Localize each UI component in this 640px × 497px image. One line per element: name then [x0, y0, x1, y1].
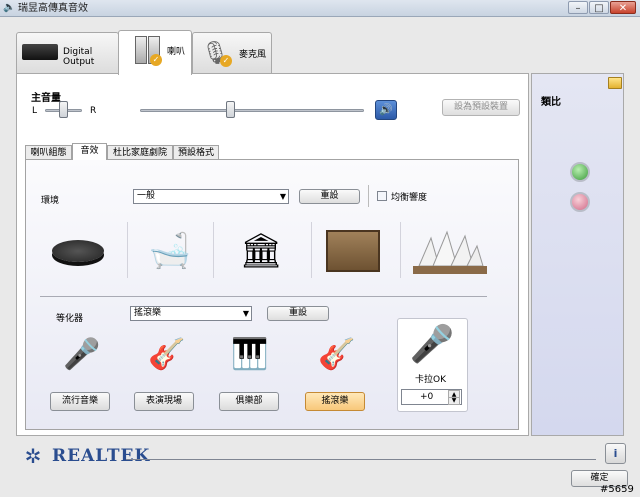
environment-bathtub-icon[interactable]: 🛁 — [140, 223, 200, 278]
environment-label: 環境 — [41, 196, 60, 206]
speaker-app-icon: 🔈 — [3, 2, 16, 13]
eq-preset-club-button[interactable]: 俱樂部 — [219, 392, 279, 411]
environment-reset-button[interactable]: 重設 — [299, 189, 360, 204]
mute-speaker-icon[interactable]: 🔊 — [375, 100, 397, 120]
realtek-brand: REALTEK — [52, 446, 151, 466]
eq-preset-live-button[interactable]: 表演現場 — [134, 392, 194, 411]
divider — [127, 222, 128, 278]
rock-guitarist-icon: 🎸 — [318, 336, 356, 372]
watermark: #5659 — [600, 484, 634, 495]
equalizer-selected: 搖滾樂 — [134, 308, 162, 318]
master-volume-title: 主音量 — [31, 93, 61, 104]
divider — [400, 222, 401, 278]
karaoke-singer-icon: 🎤 — [409, 324, 455, 365]
divider — [213, 222, 214, 278]
footer-divider — [126, 459, 596, 460]
environment-select[interactable]: 一般 ▼ — [133, 189, 289, 204]
loudness-checkbox[interactable] — [377, 191, 387, 201]
default-check-icon: ✓ — [220, 55, 232, 67]
green-jack-icon[interactable] — [570, 162, 590, 182]
karaoke-stepper[interactable]: +0 ▲ ▼ — [401, 389, 462, 405]
tab-speaker[interactable]: ✓ 喇叭 — [118, 30, 192, 75]
karaoke-label: 卡拉OK — [415, 375, 446, 385]
environment-room-icon[interactable] — [323, 223, 383, 278]
chevron-down-icon: ▼ — [279, 192, 286, 201]
volume-slider-thumb[interactable] — [226, 101, 235, 118]
divider — [40, 296, 487, 297]
tab-label: 麥克風 — [239, 50, 267, 60]
balance-left-label: L — [32, 106, 38, 116]
loudness-label: 均衡響度 — [391, 193, 428, 203]
equalizer-select[interactable]: 搖滾樂 ▼ — [130, 306, 252, 321]
digital-device-icon — [22, 44, 58, 60]
set-default-device-button[interactable]: 設為預設裝置 — [442, 99, 520, 116]
window-title: 瑞昱高傳真音效 — [18, 3, 88, 14]
environment-opera-house-icon[interactable] — [410, 223, 490, 278]
club-pianist-icon: 🎹 — [231, 336, 269, 372]
live-guitarist-icon: 🎸 — [148, 336, 186, 372]
maximize-button[interactable]: □ — [589, 1, 609, 14]
environment-colosseum-icon[interactable]: 🏛 — [231, 223, 291, 278]
title-bar: 🔈 瑞昱高傳真音效 – □ ✕ — [0, 0, 640, 17]
stepper-down-icon[interactable]: ▼ — [448, 397, 460, 405]
tab-microphone[interactable]: 🎙 ✓ 麥克風 — [192, 32, 272, 74]
pink-jack-icon[interactable] — [570, 192, 590, 212]
analog-title: 類比 — [541, 97, 561, 108]
tab-sound-effects[interactable]: 音效 — [72, 143, 107, 160]
eq-preset-rock-button[interactable]: 搖滾樂 — [305, 392, 365, 411]
tab-dolby-home-theater[interactable]: 杜比家庭劇院 — [107, 145, 173, 160]
equalizer-reset-button[interactable]: 重設 — [267, 306, 329, 321]
minimize-button[interactable]: – — [568, 1, 588, 14]
analog-panel — [531, 73, 624, 436]
environment-selected: 一般 — [137, 191, 156, 201]
karaoke-value: +0 — [420, 392, 434, 402]
tab-default-format[interactable]: 預設格式 — [173, 145, 219, 160]
eq-preset-pop-button[interactable]: 流行音樂 — [50, 392, 110, 411]
default-check-icon: ✓ — [150, 54, 162, 66]
tab-speaker-config[interactable]: 喇叭組態 — [25, 145, 72, 160]
environment-stone-icon[interactable] — [48, 223, 108, 278]
balance-slider-thumb[interactable] — [59, 101, 68, 118]
pop-singer-icon: 🎤 — [63, 336, 101, 372]
divider — [368, 185, 369, 207]
equalizer-label: 等化器 — [56, 314, 84, 324]
tab-label: 喇叭 — [167, 47, 186, 57]
folder-icon[interactable] — [608, 77, 622, 89]
speaker-left-icon — [135, 36, 147, 64]
chevron-down-icon: ▼ — [242, 309, 249, 318]
balance-right-label: R — [90, 106, 97, 116]
tab-label: Digital Output — [63, 47, 95, 67]
close-button[interactable]: ✕ — [610, 1, 636, 14]
volume-slider-track — [140, 109, 364, 112]
realtek-crab-logo: ✲ — [24, 444, 42, 468]
info-icon[interactable]: i — [605, 443, 626, 464]
tab-digital-output[interactable]: Digital Output — [16, 32, 119, 74]
divider — [311, 222, 312, 278]
